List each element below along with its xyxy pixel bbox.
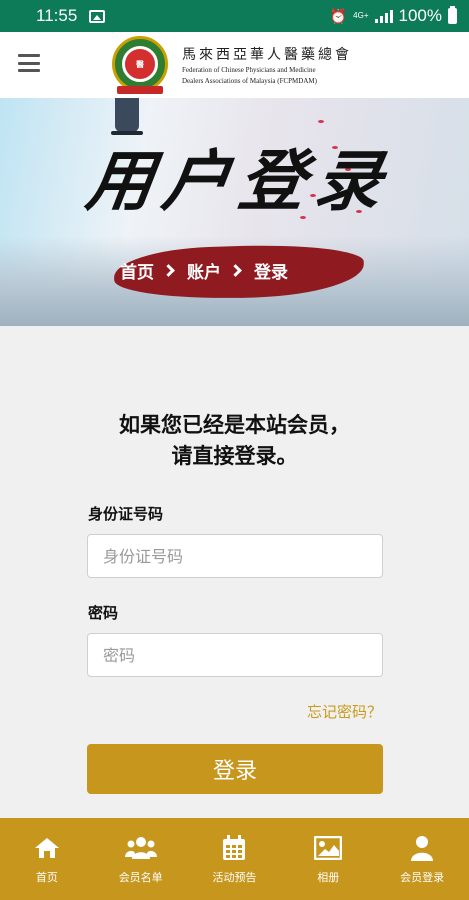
alarm-icon: ⏰ — [329, 7, 348, 24]
nav-member-login-label: 会员登录 — [400, 871, 445, 884]
nav-members-label: 会员名单 — [118, 871, 163, 884]
login-heading: 如果您已经是本站会员， 请直接登录。 — [0, 410, 469, 472]
user-icon — [410, 833, 434, 863]
nav-home[interactable]: 首页 — [0, 818, 94, 900]
calendar-icon — [222, 833, 246, 863]
nav-events-label: 活动预告 — [212, 871, 257, 884]
breadcrumb-home[interactable]: 首页 — [120, 258, 154, 283]
chevron-right-icon — [229, 264, 242, 277]
nav-album[interactable]: 相册 — [281, 818, 375, 900]
org-name-english-1: Federation of Chinese Physicians and Med… — [182, 66, 316, 74]
banner-title: 用户登录 — [81, 142, 397, 220]
login-banner: 用户登录 首页 账户 登录 — [0, 98, 469, 326]
org-name-english-2: Dealers Associations of Malaysia (FCPMDA… — [182, 77, 317, 85]
nav-members[interactable]: 会员名单 — [94, 818, 188, 900]
image-notification-icon — [89, 9, 106, 23]
network-type: 4G+ — [353, 11, 369, 20]
photo-icon — [314, 833, 343, 863]
battery-icon — [448, 6, 457, 24]
logo-ribbon — [117, 86, 163, 94]
members-icon — [124, 833, 157, 863]
password-label: 密码 — [88, 604, 119, 622]
nav-events[interactable]: 活动预告 — [188, 818, 282, 900]
nav-home-label: 首页 — [35, 871, 58, 884]
id-number-input[interactable] — [87, 534, 383, 578]
nav-album-label: 相册 — [317, 871, 340, 884]
status-time: 11:55 — [36, 6, 78, 25]
login-button[interactable]: 登录 — [87, 744, 383, 794]
breadcrumb: 首页 账户 登录 — [120, 258, 288, 283]
teacup-decoration — [111, 98, 143, 135]
battery-percent: 100% — [398, 6, 442, 25]
login-heading-line1: 如果您已经是本站会员， — [119, 413, 350, 437]
signal-icon — [374, 9, 393, 23]
breadcrumb-account[interactable]: 账户 — [187, 258, 221, 283]
password-input[interactable] — [87, 633, 383, 677]
login-heading-line2: 请直接登录。 — [171, 444, 298, 468]
bottom-nav: 首页 会员名单 活动预告 相册 会员登录 — [0, 818, 469, 900]
home-icon — [34, 833, 60, 863]
id-number-label: 身份证号码 — [88, 505, 164, 523]
status-bar: 11:55 ⏰ 4G+ 100% — [0, 0, 469, 32]
chevron-right-icon — [162, 264, 175, 277]
app-header: 醫 馬來西亞華人醫藥總會 Federation of Chinese Physi… — [0, 32, 469, 98]
org-name-chinese: 馬來西亞華人醫藥總會 — [182, 47, 352, 63]
forgot-password-link[interactable]: 忘记密码？ — [307, 701, 382, 722]
org-name: 馬來西亞華人醫藥總會 Federation of Chinese Physici… — [182, 44, 362, 86]
nav-member-login[interactable]: 会员登录 — [375, 818, 469, 900]
org-logo[interactable]: 醫 — [112, 36, 168, 92]
petal — [318, 120, 324, 123]
menu-icon[interactable] — [18, 54, 40, 72]
breadcrumb-login: 登录 — [254, 263, 288, 283]
